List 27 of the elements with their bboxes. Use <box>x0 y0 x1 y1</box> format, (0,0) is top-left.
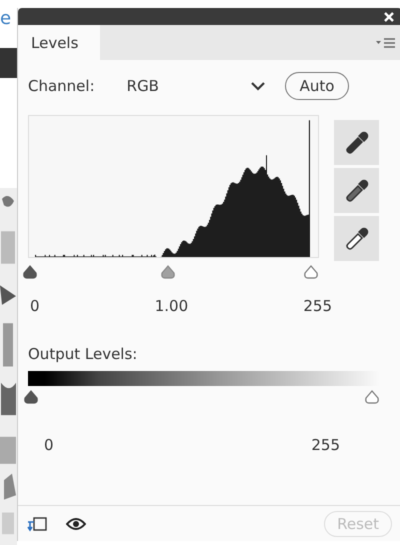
eyedropper-button[interactable] <box>334 120 379 165</box>
eyedropper-button[interactable] <box>334 216 379 261</box>
clip-to-layer-icon[interactable] <box>26 516 48 532</box>
channel-dropdown[interactable]: RGB <box>126 72 269 100</box>
input-value: 1.00 <box>154 297 188 315</box>
toolbar-strip <box>0 48 17 78</box>
channel-label: Channel: <box>28 77 95 95</box>
slider-handle[interactable] <box>303 265 319 279</box>
eyedropper-icon <box>344 178 370 204</box>
slider-handle[interactable] <box>23 390 39 404</box>
eyedropper-icon <box>344 130 370 156</box>
output-value: 0 <box>44 436 54 454</box>
eyedropper-icon <box>344 226 370 252</box>
input-value: 0 <box>30 297 40 315</box>
auto-button[interactable]: Auto <box>284 72 350 100</box>
output-levels-label: Output Levels: <box>28 345 138 363</box>
input-value: 255 <box>303 297 332 315</box>
eye-icon[interactable] <box>66 516 86 530</box>
close-icon[interactable] <box>384 12 394 22</box>
output-value: 255 <box>311 436 340 454</box>
link-text[interactable]: e <box>0 8 17 30</box>
slider-handle[interactable] <box>22 265 38 279</box>
chevron-icon <box>250 82 265 90</box>
eyedropper-button[interactable] <box>334 168 379 213</box>
slider-handle[interactable] <box>364 390 380 404</box>
panel-tab[interactable]: Levels <box>18 25 100 60</box>
slider-handle[interactable] <box>160 265 176 279</box>
